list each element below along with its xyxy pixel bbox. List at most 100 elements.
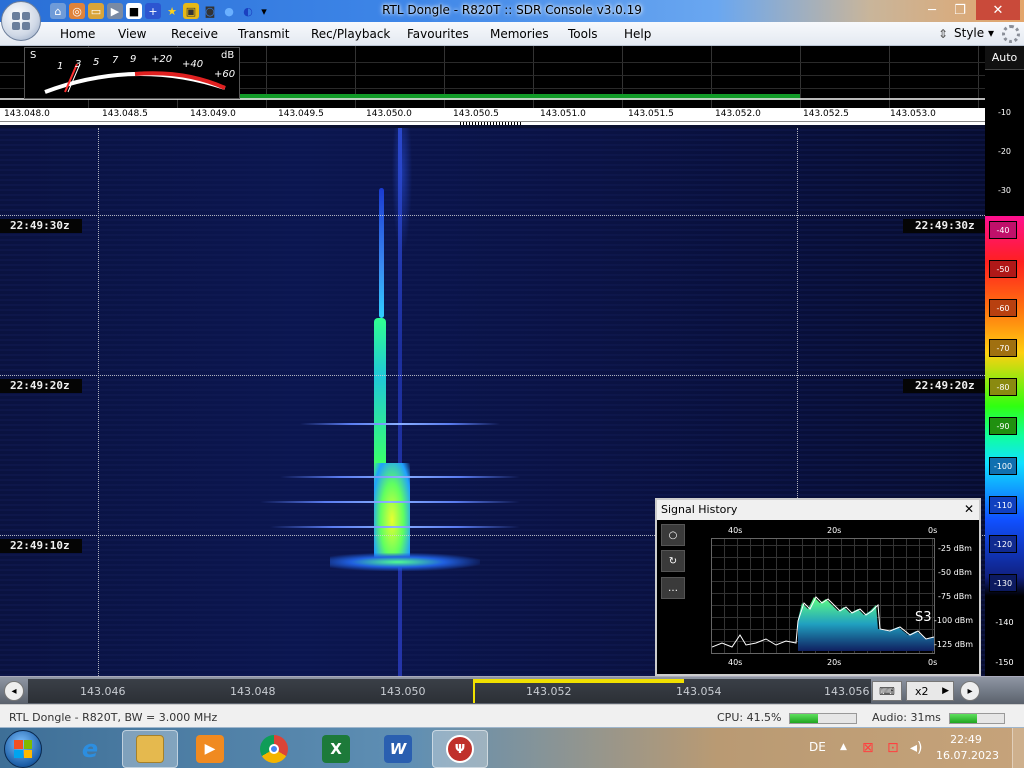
taskbar-sdr-console[interactable]: Ψ [432,730,488,768]
menu-rec-playback[interactable]: Rec/Playback [311,27,390,41]
freq-label: 143.050.0 [366,109,412,119]
time-axis-label: 20s [827,658,842,667]
level-scale: Auto -10 -20 -30 -40 -50 -60 -70 -80 -90… [985,46,1024,676]
restore-button[interactable]: ❐ [946,0,974,20]
smeter-mark-plus60: +60 [214,69,236,80]
safely-remove-icon[interactable]: ⊠ [862,740,874,768]
tuning-bar: ◂ 143.046 143.048 143.050 143.052 143.05… [0,676,1024,704]
time-label-left: 22:49:10z [0,539,82,553]
status-bar: RTL Dongle - R820T, BW = 3.000 MHz CPU: … [0,704,1024,727]
frequency-scale[interactable]: 143.048.0 143.048.5 143.049.0 143.049.5 … [0,108,985,122]
style-updown-icon[interactable]: ⇕ [938,27,948,41]
keyboard-icon[interactable]: ⌨ [872,681,902,701]
gear-icon[interactable] [1002,25,1020,43]
taskbar-explorer[interactable] [122,730,178,768]
level-label: -20 [997,147,1012,156]
close-button[interactable]: ✕ [976,0,1020,20]
smeter-mark-9: 9 [130,54,137,65]
freq-label: 143.051.5 [628,109,674,119]
record-toggle-button[interactable]: ○ [661,524,685,546]
zoom-selector[interactable]: x2 ▶ [906,681,954,701]
taskbar-ie[interactable]: e [62,730,118,768]
sdr-console-app: ⌂ ◎ ▭ ▶ ■ + ★ ▣ ◙ ● ◐ ▾ RTL Dongle - R82… [0,0,1024,768]
level-label[interactable]: -90 [989,417,1017,435]
auto-level-button[interactable]: Auto [985,46,1024,70]
style-menu[interactable]: Style ▾ [954,26,994,40]
menu-help[interactable]: Help [624,27,651,41]
taskbar-media-player[interactable]: ▶ [182,730,238,768]
time-axis-label: 0s [928,658,938,667]
freq-label: 143.052.0 [715,109,761,119]
level-label[interactable]: -70 [989,339,1017,357]
level-label[interactable]: -130 [989,574,1017,592]
freq-label: 143.053.0 [890,109,936,119]
tray-expand-icon[interactable]: ▲ [840,742,847,768]
freq-label: 143.051.0 [540,109,586,119]
waterfall-grid-line [0,375,985,376]
tuning-label: 143.054 [676,685,722,698]
media-player-icon: ▶ [196,735,224,763]
level-label[interactable]: -50 [989,260,1017,278]
level-label[interactable]: -110 [989,496,1017,514]
s-label: S [30,50,37,61]
interference-line [280,476,520,478]
ie-icon: e [81,735,99,763]
system-clock[interactable]: 22:49 16.07.2023 [936,732,999,764]
dbm-axis-label: -25 dBm [938,544,972,553]
scroll-left-button[interactable]: ◂ [4,681,24,701]
tuning-cursor[interactable] [473,679,475,703]
network-error-icon[interactable]: ⊡ [887,740,899,768]
excel-icon: X [322,735,350,763]
start-button[interactable] [4,730,42,768]
menu-memories[interactable]: Memories [490,27,549,41]
app-menu-orb[interactable] [1,1,41,41]
tuning-label: 143.056 [824,685,870,698]
minimize-button[interactable]: ─ [918,0,946,20]
signal-history-header[interactable]: Signal History [657,500,979,520]
more-options-button[interactable]: … [661,577,685,599]
menu-receive[interactable]: Receive [171,27,218,41]
level-label[interactable]: -120 [989,535,1017,553]
menu-tools[interactable]: Tools [568,27,598,41]
windows-logo-icon [14,740,32,758]
spectrum-display[interactable]: S dB 1 3 5 7 9 +20 +40 +60 [0,46,985,108]
show-desktop-button[interactable] [1012,728,1024,768]
time-label-right: 22:49:30z [903,219,985,233]
close-icon[interactable]: ✕ [964,502,974,516]
menu-home[interactable]: Home [60,27,95,41]
interference-line [270,526,520,528]
level-label[interactable]: -40 [989,221,1017,239]
scroll-right-button[interactable]: ▸ [960,681,980,701]
taskbar-chrome[interactable] [246,730,302,768]
windows-taskbar: e ▶ X W Ψ DE ▲ ⊠ ⊡ ◂) 22:49 16.07.2023 [0,727,1024,768]
level-label[interactable]: -80 [989,378,1017,396]
language-indicator[interactable]: DE [809,740,826,768]
title-bar: ⌂ ◎ ▭ ▶ ■ + ★ ▣ ◙ ● ◐ ▾ RTL Dongle - R82… [0,0,1024,22]
level-label[interactable]: -60 [989,299,1017,317]
menu-favourites[interactable]: Favourites [407,27,469,41]
taskbar-excel[interactable]: X [308,730,364,768]
freq-label: 143.049.0 [190,109,236,119]
volume-icon[interactable]: ◂) [910,740,923,768]
refresh-icon[interactable]: ↻ [661,550,685,572]
dbm-axis-label: -75 dBm [938,592,972,601]
dbm-axis-label: -125 dBm [934,640,974,649]
dbm-axis-label: -100 dBm [934,616,974,625]
restore-icon: ❐ [954,2,966,18]
waterfall-grid-line [0,215,985,216]
menu-view[interactable]: View [118,27,146,41]
bandwidth-marker[interactable] [460,122,522,125]
audio-status: Audio: 31ms [872,711,941,724]
zoom-label: x2 [915,684,929,698]
smeter-mark-plus20: +20 [151,54,173,65]
taskbar-word[interactable]: W [370,730,426,768]
smeter-mark-3: 3 [75,59,82,70]
audio-meter [949,713,1005,724]
menu-transmit[interactable]: Transmit [238,27,289,41]
interference-line [300,423,500,425]
tuning-scale[interactable]: 143.046 143.048 143.050 143.052 143.054 … [28,679,871,703]
smeter-mark-7: 7 [112,55,119,66]
word-icon: W [384,735,412,763]
level-label[interactable]: -100 [989,457,1017,475]
level-label: -30 [997,186,1012,195]
